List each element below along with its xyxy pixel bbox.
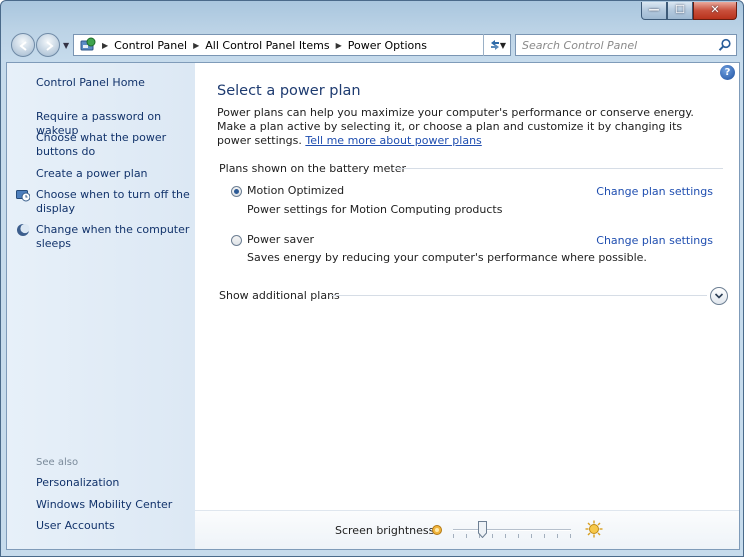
page-title: Select a power plan [217,83,361,99]
search-input[interactable] [522,35,712,55]
close-button[interactable]: ✕ [693,2,737,20]
plan-radio-power-saver[interactable] [231,235,242,246]
back-button[interactable] [11,33,35,57]
breadcrumb-separator-icon[interactable]: ▶ [336,41,342,50]
section-divider [395,168,723,169]
refresh-icon [490,40,499,50]
expand-additional-plans-button[interactable] [710,287,728,305]
battery-meter-section-header: Plans shown on the battery meter [219,162,407,175]
bright-brightness-icon [585,520,603,538]
brightness-bar: Screen brightness: [195,510,739,549]
address-bar[interactable]: ▶ Control Panel ▶ All Control Panel Item… [73,34,511,56]
title-bar[interactable]: — ☐ ✕ [1,1,743,29]
forward-button[interactable] [36,33,60,57]
plan-name-motion-optimized[interactable]: Motion Optimized [247,184,344,197]
control-panel-icon [80,37,96,51]
display-clock-icon [16,190,30,202]
sleep-moon-icon [17,223,30,236]
change-plan-settings-link[interactable]: Change plan settings [596,234,713,247]
help-icon[interactable]: ? [720,65,735,80]
sidebar-link-power-buttons[interactable]: Choose what the power buttons do [36,131,192,159]
brightness-slider-track[interactable] [453,529,571,531]
show-additional-plans-label[interactable]: Show additional plans [219,289,340,302]
breadcrumb-separator-icon[interactable]: ▶ [102,41,108,50]
refresh-button[interactable] [483,34,505,56]
chevron-down-icon [714,293,724,299]
breadcrumb-power-options[interactable]: Power Options [348,39,427,52]
client-area: Control Panel Home Require a password on… [6,62,740,550]
sidebar-link-personalization[interactable]: Personalization [36,476,192,490]
brightness-label: Screen brightness: [335,524,439,537]
intro-text: Power plans can help you maximize your c… [217,106,717,148]
sidebar-link-turn-off-display[interactable]: Choose when to turn off the display [36,188,192,216]
change-plan-settings-link[interactable]: Change plan settings [596,185,713,198]
breadcrumb-separator-icon[interactable]: ▶ [193,41,199,50]
sidebar-link-create-plan[interactable]: Create a power plan [36,167,192,181]
search-icon[interactable] [718,38,732,52]
sidebar-link-computer-sleeps[interactable]: Change when the computer sleeps [36,223,192,251]
tell-me-more-link[interactable]: Tell me more about power plans [305,134,481,147]
dim-brightness-icon [432,525,442,535]
recent-pages-dropdown-icon[interactable]: ▼ [63,41,69,50]
plan-name-power-saver[interactable]: Power saver [247,233,314,246]
breadcrumb-control-panel[interactable]: Control Panel [114,39,187,52]
brightness-slider-thumb[interactable] [478,521,487,538]
plan-radio-motion-optimized[interactable] [231,186,242,197]
see-also-heading: See also [36,457,79,468]
minimize-button[interactable]: — [641,2,667,20]
main-content: ? Select a power plan Power plans can he… [195,63,739,549]
back-arrow-icon [19,41,27,51]
maximize-button[interactable]: ☐ [667,2,693,20]
navigation-row: ▼ ▶ Control Panel ▶ All Control Panel It… [9,32,737,58]
plan-description: Saves energy by reducing your computer's… [247,251,647,264]
breadcrumb-all-items[interactable]: All Control Panel Items [205,39,329,52]
search-box[interactable] [515,34,737,56]
window-frame: — ☐ ✕ ▼ ▶ Control Panel ▶ All Control Pa… [0,0,744,557]
sidebar-link-mobility-center[interactable]: Windows Mobility Center [36,498,192,512]
sidebar-link-user-accounts[interactable]: User Accounts [36,519,192,533]
brightness-slider-ticks [453,534,571,538]
caption-buttons: — ☐ ✕ [641,2,737,20]
forward-arrow-icon [46,41,54,51]
task-pane: Control Panel Home Require a password on… [7,63,195,549]
sidebar-link-control-panel-home[interactable]: Control Panel Home [36,76,192,90]
additional-plans-divider [331,295,707,296]
plan-description: Power settings for Motion Computing prod… [247,203,503,216]
